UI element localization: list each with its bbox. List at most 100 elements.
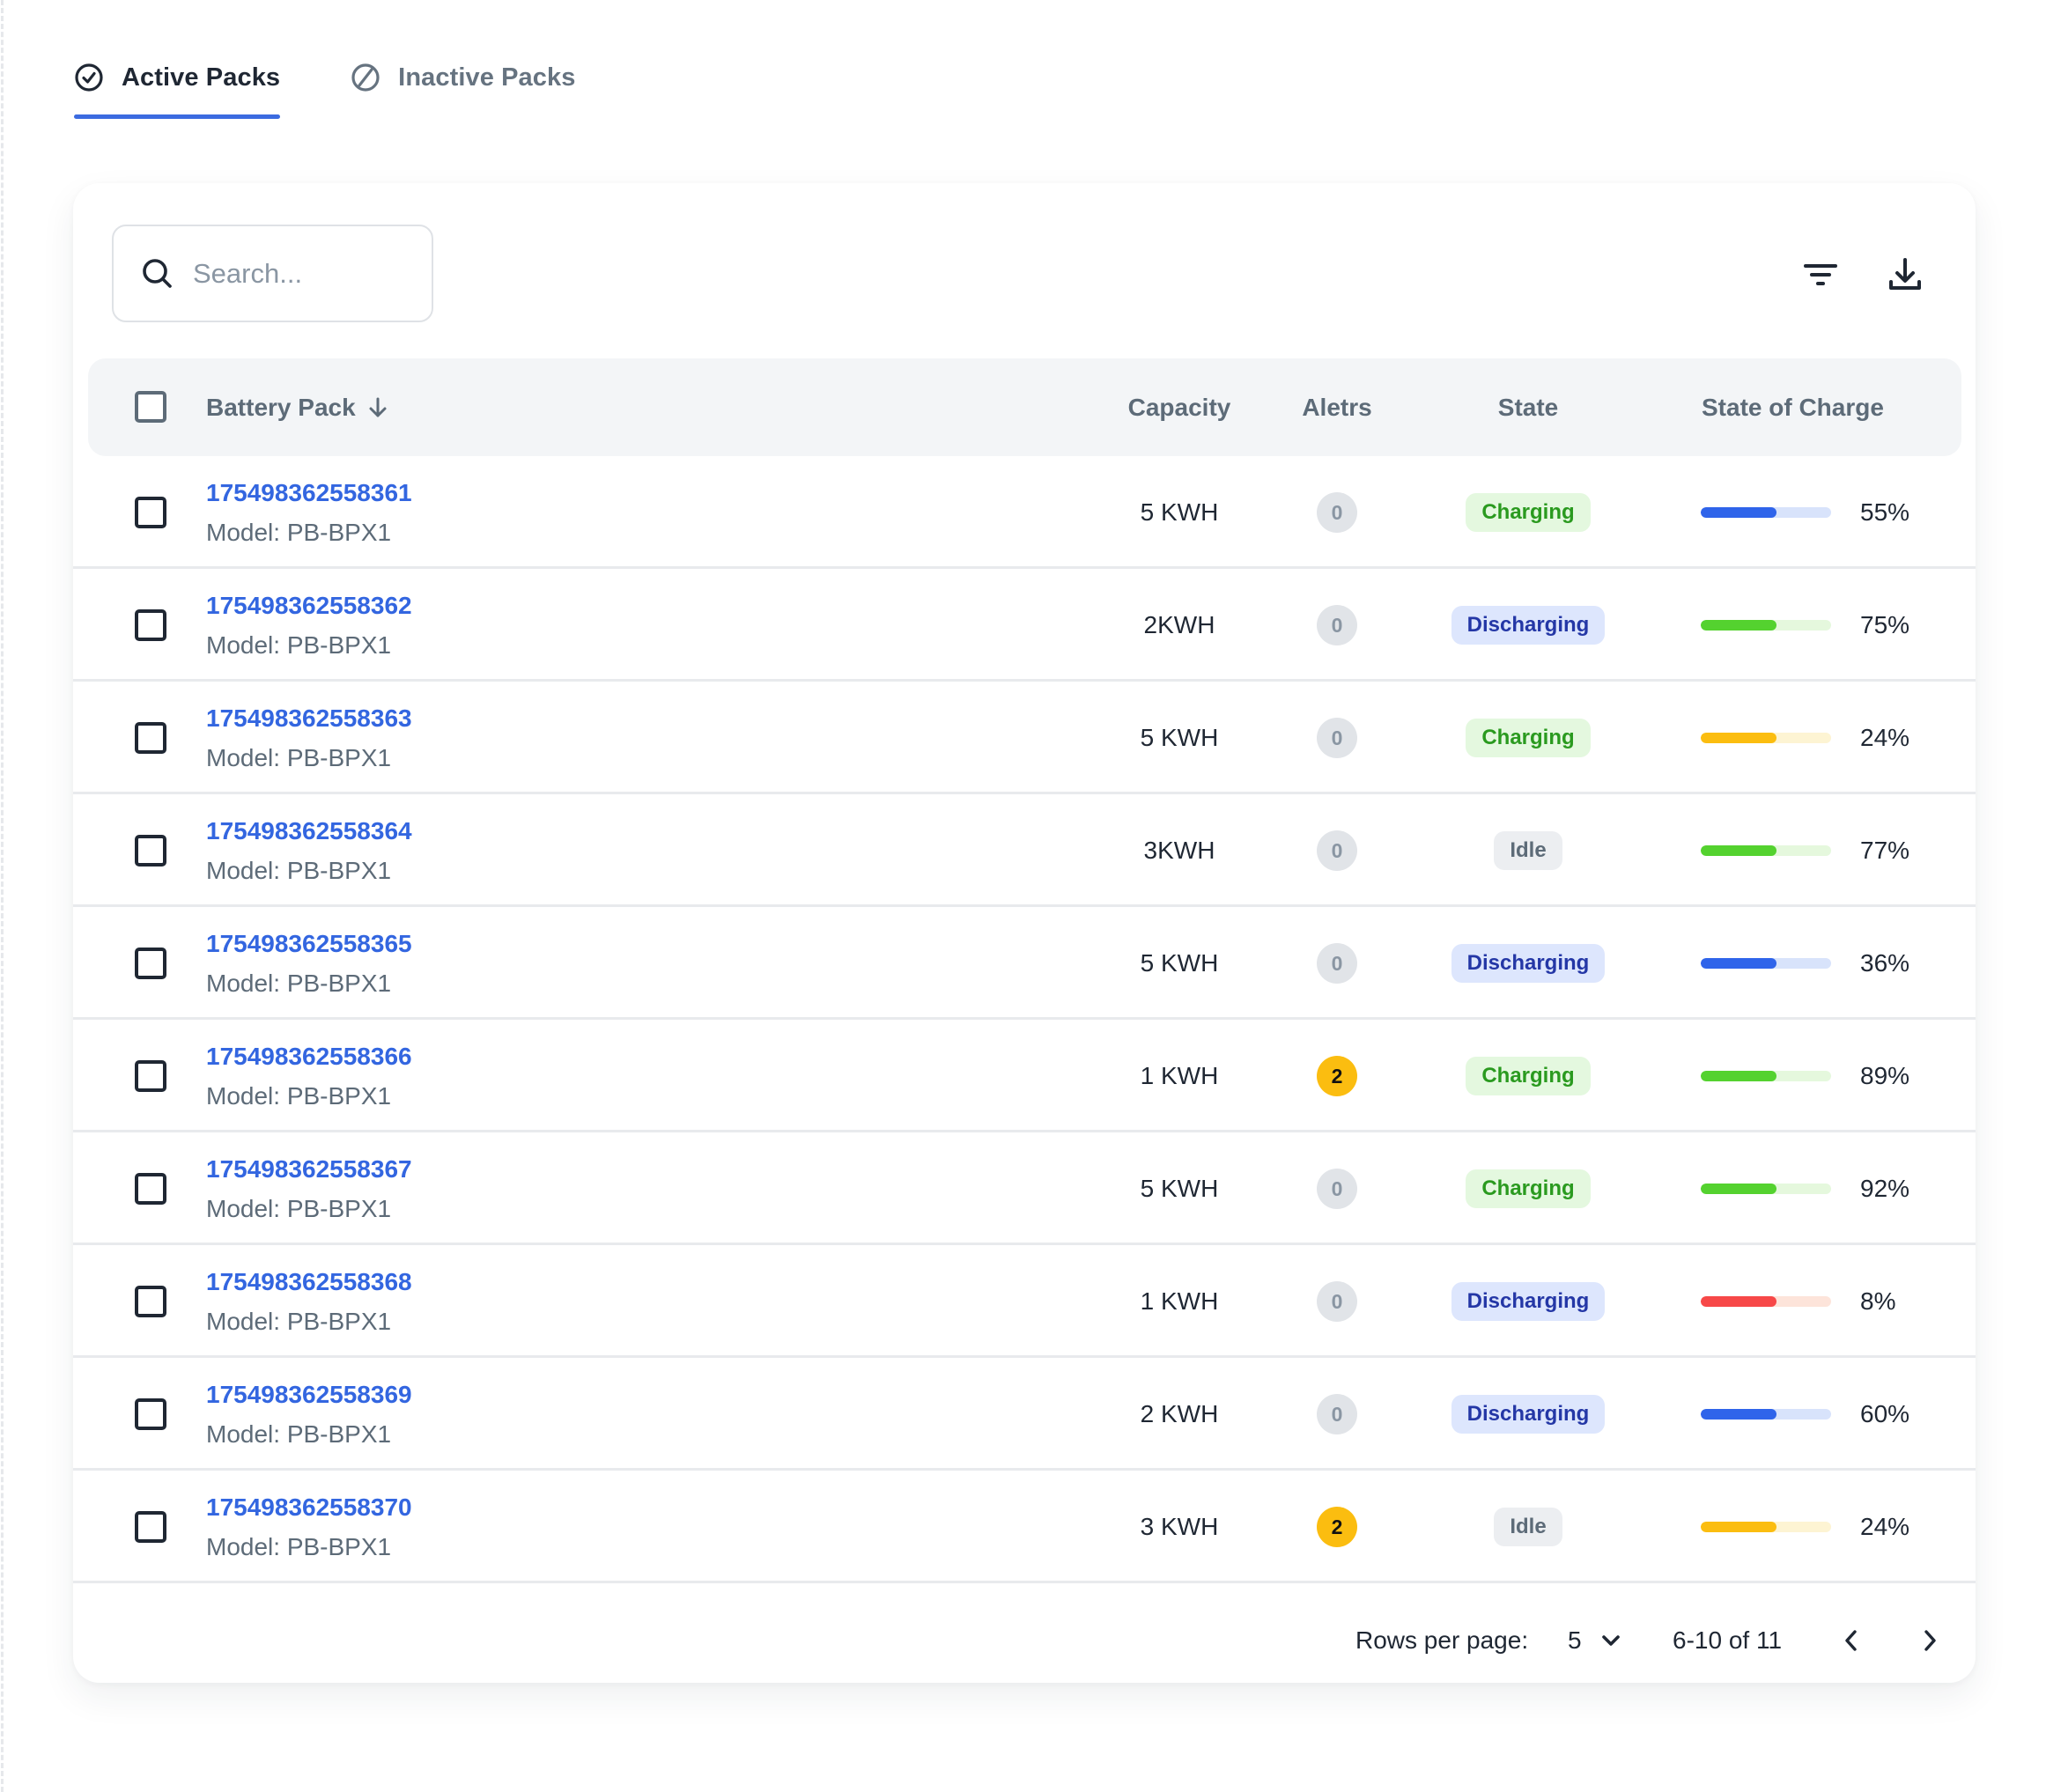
state-of-charge-bar-fill — [1701, 1409, 1776, 1420]
tab-active-packs-label: Active Packs — [122, 63, 281, 92]
state-of-charge-bar — [1701, 1296, 1831, 1307]
capacity-value: 3KWH — [1143, 837, 1215, 864]
row-checkbox[interactable] — [135, 835, 166, 867]
download-icon — [1889, 258, 1921, 290]
chevron-left-icon — [1845, 1630, 1857, 1651]
column-header-battery-pack[interactable]: Battery Pack — [206, 358, 388, 456]
state-of-charge-percent: 92% — [1860, 1175, 1910, 1202]
state-of-charge-cell: 92% — [1701, 1132, 1930, 1245]
tab-active-packs[interactable]: Active Packs — [74, 53, 281, 119]
search-input[interactable] — [193, 257, 395, 290]
table-row[interactable]: 175498362558368 Model: PB-BPX1 1 KWH 0 Disch… — [73, 1245, 1976, 1358]
state-of-charge-cell: 77% — [1701, 794, 1930, 907]
battery-pack-model: Model: PB-BPX1 — [206, 1420, 392, 1448]
page-range: 6-10 of 11 — [1673, 1626, 1783, 1654]
state-of-charge-percent: 24% — [1860, 724, 1910, 751]
battery-pack-id-link[interactable]: 175498362558361 — [206, 479, 412, 507]
capacity-value: 2KWH — [1143, 611, 1215, 638]
battery-pack-id-link[interactable]: 175498362558367 — [206, 1155, 412, 1184]
state-of-charge-bar-fill — [1701, 1522, 1776, 1532]
table-row[interactable]: 175498362558369 Model: PB-BPX1 2 KWH 0 Disch… — [73, 1358, 1976, 1471]
battery-pack-id-link[interactable]: 175498362558364 — [206, 817, 412, 845]
state-cell: Discharging — [1440, 1245, 1616, 1358]
state-of-charge-bar — [1701, 1071, 1831, 1081]
battery-pack-model: Model: PB-BPX1 — [206, 1533, 392, 1560]
row-checkbox[interactable] — [135, 1511, 166, 1543]
table-row[interactable]: 175498362558367 Model: PB-BPX1 5 KWH 0 Charg… — [73, 1132, 1976, 1245]
search-box[interactable] — [112, 225, 433, 322]
rows-per-page-select[interactable]: 5 — [1568, 1619, 1622, 1663]
state-of-charge-percent: 75% — [1860, 611, 1910, 638]
table-row[interactable]: 175498362558365 Model: PB-BPX1 5 KWH 0 Disch… — [73, 907, 1976, 1020]
battery-pack-id-link[interactable]: 175498362558370 — [206, 1493, 412, 1522]
battery-pack-id-link[interactable]: 175498362558363 — [206, 704, 412, 733]
battery-pack-id-link[interactable]: 175498362558368 — [206, 1268, 412, 1296]
table-row[interactable]: 175498362558363 Model: PB-BPX1 5 KWH 0 Charg… — [73, 682, 1976, 794]
state-cell: Discharging — [1440, 569, 1616, 682]
state-badge: Charging — [1466, 1057, 1591, 1095]
state-of-charge-bar-fill — [1701, 620, 1776, 631]
pagination: Rows per page: 5 6-10 of 11 — [73, 1592, 1976, 1689]
battery-pack-id-link[interactable]: 175498362558362 — [206, 592, 412, 620]
state-cell: Idle — [1440, 794, 1616, 907]
tab-inactive-packs-label: Inactive Packs — [398, 63, 576, 92]
capacity-value: 1 KWH — [1140, 1287, 1219, 1315]
table-row[interactable]: 175498362558364 Model: PB-BPX1 3KWH 0 Idle 77… — [73, 794, 1976, 907]
row-checkbox[interactable] — [135, 1060, 166, 1092]
alerts-count-badge: 0 — [1317, 605, 1357, 645]
select-all-checkbox[interactable] — [135, 391, 166, 423]
battery-pack-id-link[interactable]: 175498362558366 — [206, 1043, 412, 1071]
row-checkbox[interactable] — [135, 1398, 166, 1430]
battery-pack-id-link[interactable]: 175498362558369 — [206, 1381, 412, 1409]
state-badge: Discharging — [1451, 606, 1606, 645]
row-checkbox[interactable] — [135, 609, 166, 641]
rows-per-page-label: Rows per page: — [1355, 1626, 1529, 1654]
table-row[interactable]: 175498362558361 Model: PB-BPX1 5 KWH 0 Charg… — [73, 456, 1976, 569]
alerts-cell: 2 — [1302, 1020, 1372, 1132]
battery-pack-id-link[interactable]: 175498362558365 — [206, 930, 412, 958]
column-header-state[interactable]: State — [1440, 358, 1616, 456]
alerts-cell: 0 — [1302, 682, 1372, 794]
chevron-down-icon — [1601, 1635, 1620, 1646]
state-of-charge-bar-fill — [1701, 1184, 1776, 1194]
alerts-cell: 0 — [1302, 569, 1372, 682]
capacity-value: 5 KWH — [1140, 1175, 1219, 1202]
table-row[interactable]: 175498362558362 Model: PB-BPX1 2KWH 0 Discha… — [73, 569, 1976, 682]
battery-pack-model: Model: PB-BPX1 — [206, 970, 392, 997]
previous-page-button[interactable] — [1829, 1619, 1873, 1663]
battery-pack-model: Model: PB-BPX1 — [206, 519, 392, 546]
alerts-count-badge: 2 — [1317, 1056, 1357, 1096]
alerts-cell: 0 — [1302, 907, 1372, 1020]
state-of-charge-percent: 55% — [1860, 498, 1910, 526]
download-button[interactable] — [1884, 254, 1926, 296]
column-header-state-of-charge[interactable]: State of Charge — [1702, 358, 1884, 456]
row-checkbox[interactable] — [135, 948, 166, 979]
alerts-count-badge: 0 — [1317, 1394, 1357, 1434]
state-of-charge-bar-fill — [1701, 1071, 1776, 1081]
search-icon — [143, 258, 172, 288]
row-checkbox[interactable] — [135, 722, 166, 754]
state-of-charge-bar-fill — [1701, 1296, 1776, 1307]
table-row[interactable]: 175498362558366 Model: PB-BPX1 1 KWH 2 Charg… — [73, 1020, 1976, 1132]
alerts-count-badge: 0 — [1317, 1169, 1357, 1209]
column-header-battery-pack-label: Battery Pack — [206, 393, 356, 421]
row-checkbox[interactable] — [135, 1286, 166, 1317]
state-of-charge-cell: 24% — [1701, 1471, 1930, 1583]
state-of-charge-bar — [1701, 1409, 1831, 1420]
column-header-capacity[interactable]: Capacity — [1109, 358, 1250, 456]
row-checkbox[interactable] — [135, 497, 166, 528]
filter-button[interactable] — [1799, 254, 1842, 296]
state-cell: Charging — [1440, 456, 1616, 569]
tab-inactive-packs[interactable]: Inactive Packs — [351, 53, 575, 102]
battery-pack-model: Model: PB-BPX1 — [206, 631, 392, 659]
state-of-charge-bar-fill — [1701, 507, 1776, 518]
next-page-button[interactable] — [1908, 1619, 1952, 1663]
state-of-charge-bar — [1701, 620, 1831, 631]
table-body: 175498362558361 Model: PB-BPX1 5 KWH 0 Charg… — [73, 456, 1976, 1583]
alerts-count-badge: 0 — [1317, 718, 1357, 758]
table-row[interactable]: 175498362558370 Model: PB-BPX1 3 KWH 2 Idle 2… — [73, 1471, 1976, 1583]
filter-icon — [1804, 264, 1837, 285]
column-header-alerts[interactable]: Aletrs — [1284, 358, 1390, 456]
state-of-charge-percent: 24% — [1860, 1513, 1910, 1540]
row-checkbox[interactable] — [135, 1173, 166, 1205]
